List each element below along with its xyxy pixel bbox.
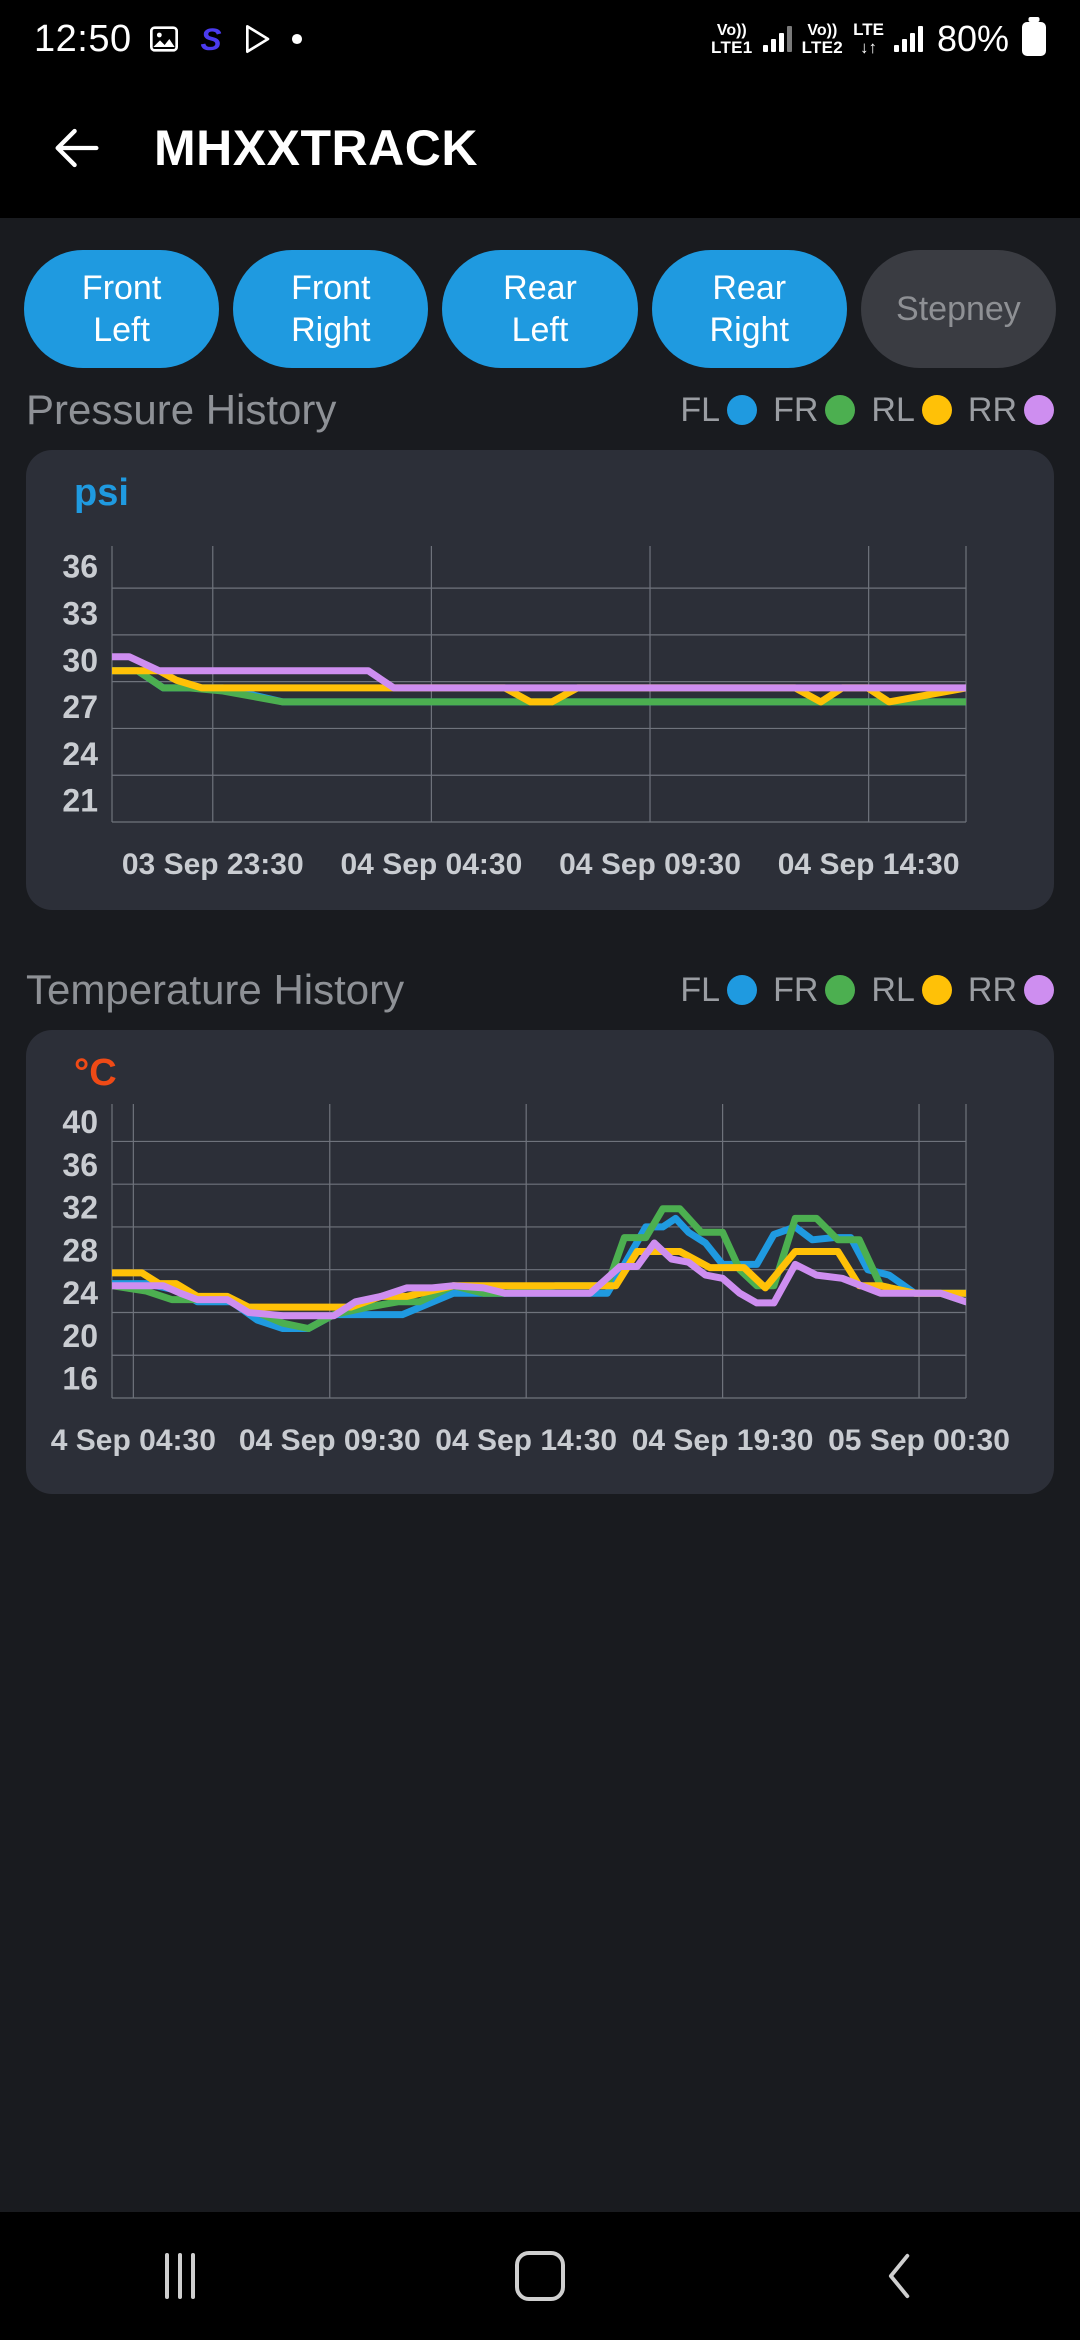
svg-text:36: 36 [62, 549, 98, 585]
pressure-legend: FL FR RL RR [664, 391, 1054, 430]
svg-text:04 Sep 19:30: 04 Sep 19:30 [632, 1424, 814, 1457]
image-icon [148, 23, 180, 55]
legend-dot-fr [825, 395, 856, 425]
svg-text:04 Sep 09:30: 04 Sep 09:30 [559, 848, 741, 881]
status-clock: 12:50 [34, 17, 132, 60]
app-bar: MHXXTRACK [0, 78, 1080, 218]
tire-selector-row: Front Left Front Right Rear Left Rear Ri… [0, 218, 1080, 368]
temperature-section-header: Temperature History FL FR RL RR [0, 910, 1080, 1024]
svg-text:04 Sep 04:30: 04 Sep 04:30 [340, 848, 522, 881]
svg-text:30: 30 [62, 642, 98, 678]
back-arrow-icon[interactable] [48, 119, 106, 177]
legend-dot-rl [921, 395, 952, 425]
temperature-chart-card[interactable]: °C 40 36 32 28 24 20 16 4 Sep 04:30 04 Sep 09:30… [26, 1030, 1054, 1494]
volte-sim1-icon: Vo)) LTE1 [711, 21, 753, 57]
samsung-s-icon: S [196, 22, 226, 56]
svg-text:S: S [200, 22, 221, 56]
legend-item-fl: FL [680, 391, 758, 430]
lte-data-icon: LTE ↓↑ [853, 20, 884, 57]
pressure-section-header: Pressure History FL FR RL RR [0, 368, 1080, 444]
chip-stepney[interactable]: Stepney [860, 250, 1057, 368]
svg-text:28: 28 [62, 1232, 98, 1268]
svg-text:16: 16 [62, 1361, 98, 1397]
chip-rear-left[interactable]: Rear Left [442, 250, 638, 368]
legend-dot-rl-temp [921, 975, 952, 1005]
svg-text:27: 27 [62, 689, 98, 725]
status-bar-right: Vo)) LTE1 Vo)) LTE2 LTE ↓↑ 80% [711, 18, 1046, 60]
svg-text:21: 21 [62, 783, 98, 819]
svg-text:04 Sep 14:30: 04 Sep 14:30 [778, 848, 960, 881]
legend-dot-rr [1024, 395, 1054, 425]
volte-sim2-icon: Vo)) LTE2 [801, 21, 844, 57]
svg-text:24: 24 [62, 1275, 98, 1311]
svg-text:36: 36 [62, 1147, 98, 1183]
temperature-plot[interactable]: 40 36 32 28 24 20 16 4 Sep 04:30 04 Sep 09:30 04 … [26, 1030, 1054, 1494]
battery-percent: 80% [936, 18, 1009, 59]
svg-text:04 Sep 14:30: 04 Sep 14:30 [435, 1424, 617, 1457]
pressure-chart-card[interactable]: psi 36 33 30 27 24 21 03 Sep 23:30 04 Sep 04:30… [26, 450, 1054, 910]
chip-front-left[interactable]: Front Left [24, 250, 220, 368]
legend-item-fl-temp: FL [680, 971, 758, 1010]
signal-sim2-icon [893, 26, 923, 52]
svg-text:4 Sep 04:30: 4 Sep 04:30 [51, 1424, 216, 1457]
main-content: Front Left Front Right Rear Left Rear Ri… [0, 218, 1080, 2212]
svg-text:05 Sep 00:30: 05 Sep 00:30 [828, 1424, 1010, 1457]
legend-dot-fr-temp [825, 975, 856, 1005]
recents-button[interactable] [110, 2212, 250, 2340]
home-button[interactable] [470, 2212, 610, 2340]
android-nav-bar [0, 2212, 1080, 2340]
svg-text:20: 20 [62, 1318, 98, 1354]
pressure-section-title: Pressure History [26, 386, 337, 433]
play-store-icon [242, 23, 274, 55]
legend-item-rl: RL [871, 391, 952, 430]
temperature-section-title: Temperature History [26, 966, 405, 1013]
svg-text:40: 40 [62, 1104, 98, 1140]
battery-icon [1022, 22, 1046, 56]
legend-item-rl-temp: RL [871, 971, 952, 1010]
page-title: MHXXTRACK [154, 120, 478, 176]
temperature-legend: FL FR RL RR [664, 971, 1054, 1010]
recents-icon [165, 2253, 195, 2299]
legend-item-rr: RR [968, 391, 1054, 430]
status-bar: 12:50 S Vo)) LTE1 Vo)) LTE2 LTE ↓↑ 80% [0, 0, 1080, 78]
svg-text:33: 33 [62, 595, 98, 631]
home-icon [515, 2251, 565, 2301]
svg-text:04 Sep 09:30: 04 Sep 09:30 [239, 1424, 421, 1457]
legend-dot-rr-temp [1024, 975, 1054, 1005]
svg-text:03 Sep 23:30: 03 Sep 23:30 [122, 848, 304, 881]
back-button[interactable] [830, 2212, 970, 2340]
svg-text:32: 32 [62, 1190, 98, 1226]
legend-dot-fl-temp [727, 975, 758, 1005]
signal-sim1-icon [762, 26, 792, 52]
legend-dot-fl [727, 395, 758, 425]
chip-rear-right[interactable]: Rear Right [651, 250, 847, 368]
legend-item-fr: FR [773, 391, 856, 430]
chip-front-right[interactable]: Front Right [233, 250, 429, 368]
legend-item-rr-temp: RR [968, 971, 1054, 1010]
back-chevron-icon [878, 2250, 922, 2302]
status-bar-left: 12:50 S [34, 18, 711, 61]
pressure-plot[interactable]: 36 33 30 27 24 21 03 Sep 23:30 04 Sep 04:30 04 S… [26, 450, 1054, 910]
svg-text:24: 24 [62, 736, 98, 772]
legend-item-fr-temp: FR [773, 971, 856, 1010]
dot-icon [290, 32, 304, 46]
